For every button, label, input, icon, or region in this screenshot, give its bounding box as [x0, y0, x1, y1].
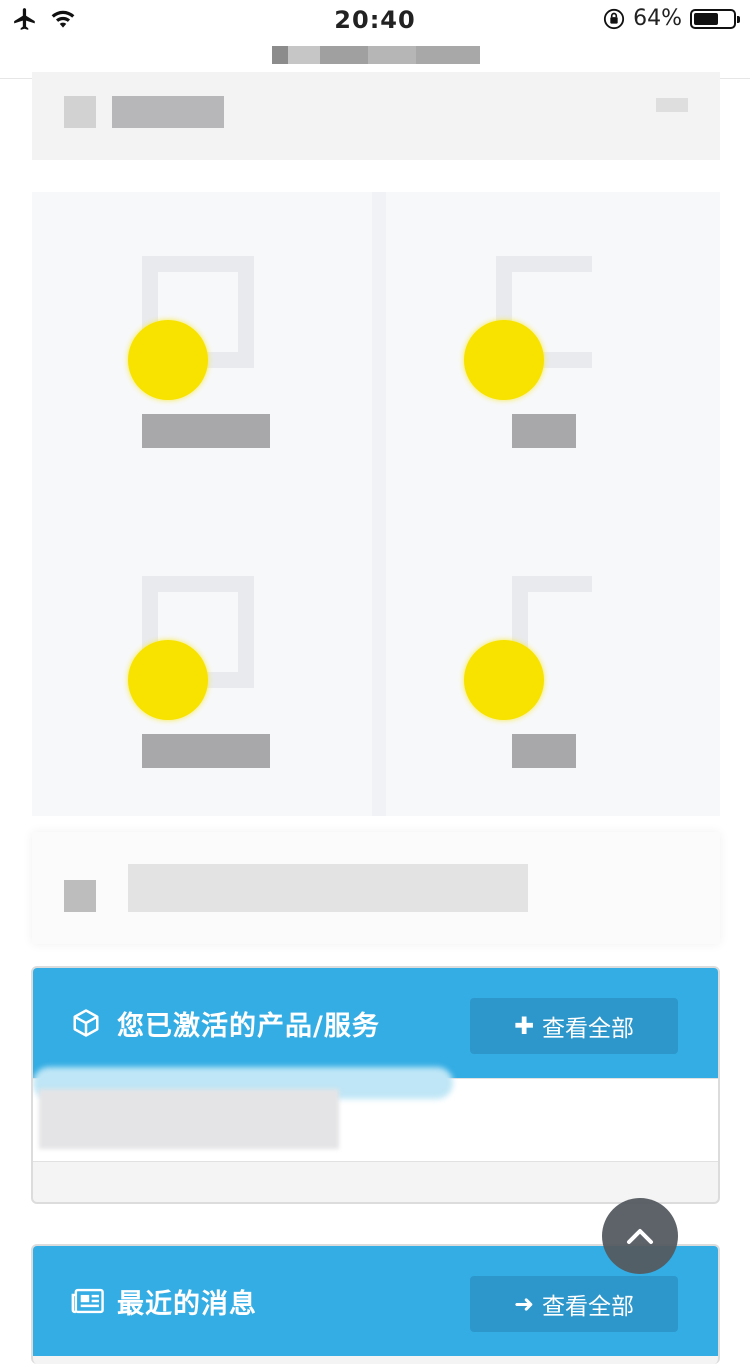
shortcut-tile[interactable]: [128, 576, 270, 776]
news-view-all-label: 查看全部: [542, 1294, 635, 1320]
newspaper-icon: [71, 1288, 104, 1314]
notice-bar-blurred: [32, 832, 720, 944]
tile-label-blurred: [512, 734, 576, 768]
products-panel-header: 您已激活的产品/服务 ✚ 查看全部: [33, 968, 718, 1078]
shortcut-tile[interactable]: [128, 256, 270, 456]
account-header-blurred: [32, 72, 720, 160]
battery-percent: 64%: [633, 6, 682, 31]
grid-divider: [372, 192, 386, 816]
status-bar: 20:40 64%: [0, 0, 750, 40]
highlight-dot: [128, 640, 208, 720]
news-view-all-button[interactable]: ➜ 查看全部: [470, 1276, 678, 1332]
highlight-dot: [464, 640, 544, 720]
url-blurred: [272, 46, 480, 64]
cube-icon: [73, 1009, 99, 1037]
tile-label-blurred: [512, 414, 576, 448]
shortcut-tile[interactable]: [464, 576, 608, 776]
highlight-dot: [464, 320, 544, 400]
tile-label-blurred: [142, 734, 270, 768]
scroll-top-button[interactable]: [602, 1198, 678, 1274]
battery-icon: [690, 8, 740, 29]
products-panel-title: 您已激活的产品/服务: [117, 1011, 380, 1042]
status-right: 64%: [603, 6, 740, 31]
arrow-right-icon: ➜: [513, 1290, 535, 1318]
orientation-lock-icon: [604, 8, 625, 29]
chevron-up-icon: [627, 1229, 653, 1244]
plus-icon: ✚: [513, 1012, 535, 1040]
news-panel-title: 最近的消息: [117, 1289, 257, 1320]
products-view-all-button[interactable]: ✚ 查看全部: [470, 998, 678, 1054]
products-panel: 您已激活的产品/服务 ✚ 查看全部: [31, 966, 720, 1204]
tile-label-blurred: [142, 414, 270, 448]
shortcut-tile[interactable]: [464, 256, 604, 456]
products-list: [33, 1067, 718, 1162]
products-view-all-label: 查看全部: [542, 1016, 635, 1042]
highlight-dot: [128, 320, 208, 400]
product-item-blurred[interactable]: [39, 1089, 339, 1149]
battery-level: [694, 12, 718, 25]
